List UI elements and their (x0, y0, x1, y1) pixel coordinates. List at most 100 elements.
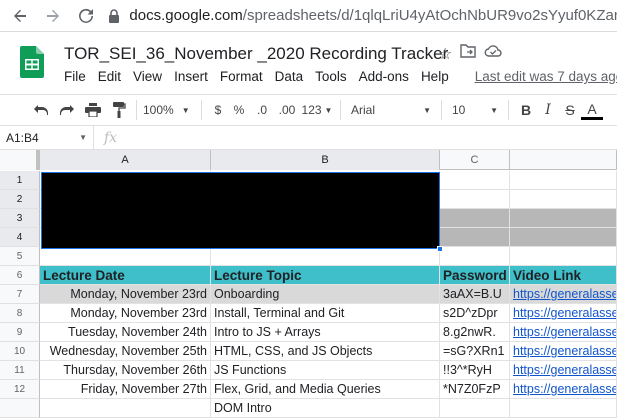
selection-fill-handle[interactable] (437, 246, 443, 252)
topic-cell[interactable]: Flex, Grid, and Media Queries (211, 380, 440, 399)
paint-format-icon[interactable] (108, 98, 130, 122)
menu-tools[interactable]: Tools (309, 69, 353, 84)
video-link[interactable]: https://generalassem (513, 325, 616, 339)
row-header[interactable]: 2 (0, 190, 40, 209)
row-header[interactable]: 11 (0, 361, 40, 380)
menu-view[interactable]: View (127, 69, 168, 84)
date-cell[interactable] (40, 399, 211, 418)
date-cell[interactable]: Friday, November 27th (40, 380, 211, 399)
cloud-status-icon[interactable] (484, 44, 502, 64)
video-link-cell[interactable]: https://generalassem (510, 361, 617, 380)
date-cell[interactable]: Monday, November 23rd (40, 285, 211, 304)
cell[interactable] (440, 190, 510, 209)
password-cell[interactable]: !!3^*RyH (440, 361, 510, 380)
topic-cell[interactable]: JS Functions (211, 361, 440, 380)
header-cell-lecture-topic[interactable]: Lecture Topic (211, 266, 440, 285)
italic-button[interactable]: I (537, 98, 559, 122)
topic-cell[interactable]: Intro to JS + Arrays (211, 323, 440, 342)
password-cell[interactable] (440, 399, 510, 418)
video-link[interactable]: https://generalassem (513, 363, 616, 377)
document-title[interactable]: TOR_SEI_36_November _2020 Recording Trac… (64, 44, 448, 64)
header-cell-password[interactable]: Password (440, 266, 510, 285)
star-icon[interactable]: ☆ (438, 44, 452, 64)
row-header[interactable]: 6 (0, 266, 40, 285)
name-box[interactable]: A1:B4 ▼ (0, 125, 94, 150)
reload-icon[interactable] (76, 5, 97, 27)
menu-edit[interactable]: Edit (92, 69, 127, 84)
currency-format-button[interactable]: $ (208, 98, 228, 122)
forward-arrow-icon[interactable] (43, 5, 64, 27)
password-cell[interactable]: 3aAX=B.U (440, 285, 510, 304)
undo-icon[interactable] (30, 98, 52, 122)
cell[interactable] (440, 209, 510, 228)
row-header[interactable] (0, 399, 40, 418)
redacted-selection-range[interactable] (41, 172, 440, 249)
menu-addons[interactable]: Add-ons (353, 69, 415, 84)
video-link-cell[interactable]: https://generalassem (510, 342, 617, 361)
header-cell-lecture-date[interactable]: Lecture Date (40, 266, 211, 285)
print-icon[interactable] (82, 98, 104, 122)
video-link-cell[interactable]: https://generalassem (510, 304, 617, 323)
password-cell[interactable]: =sG?XRn1 (440, 342, 510, 361)
last-edit-link[interactable]: Last edit was 7 days ago (469, 69, 617, 84)
move-to-folder-icon[interactable] (460, 44, 477, 64)
date-cell[interactable]: Thursday, November 26th (40, 361, 211, 380)
topic-cell[interactable]: HTML, CSS, and JS Objects (211, 342, 440, 361)
cell[interactable] (510, 228, 617, 247)
date-cell[interactable]: Tuesday, November 24th (40, 323, 211, 342)
column-header-d[interactable] (510, 150, 617, 170)
back-arrow-icon[interactable] (10, 5, 31, 27)
address-bar[interactable]: docs.google.com/spreadsheets/d/1qlqLriU4… (108, 7, 617, 24)
row-header[interactable]: 1 (0, 171, 40, 190)
column-header-b[interactable]: B (211, 150, 440, 170)
row-header[interactable]: 12 (0, 380, 40, 399)
font-select[interactable]: Arial ▼ (347, 98, 435, 122)
menu-data[interactable]: Data (269, 69, 310, 84)
video-link[interactable]: https://generalassem (513, 382, 616, 396)
increase-decimal-button[interactable]: .00 (274, 98, 300, 122)
topic-cell[interactable]: Onboarding (211, 285, 440, 304)
column-header-a[interactable]: A (40, 150, 211, 170)
menu-file[interactable]: File (58, 69, 92, 84)
cell[interactable] (40, 247, 211, 266)
text-color-button[interactable]: A (581, 100, 603, 120)
cell[interactable] (440, 247, 510, 266)
row-header[interactable]: 8 (0, 304, 40, 323)
cell[interactable] (510, 247, 617, 266)
cell[interactable] (510, 171, 617, 190)
topic-cell[interactable]: DOM Intro (211, 399, 440, 418)
date-cell[interactable]: Wednesday, November 25th (40, 342, 211, 361)
sheets-logo-icon[interactable] (20, 46, 44, 78)
zoom-select[interactable]: 100% ▼ (143, 98, 195, 122)
header-cell-video-link[interactable]: Video Link (510, 266, 617, 285)
cell[interactable] (211, 247, 440, 266)
video-link-cell[interactable] (510, 399, 617, 418)
row-header[interactable]: 7 (0, 285, 40, 304)
row-header[interactable]: 10 (0, 342, 40, 361)
bold-button[interactable]: B (515, 98, 537, 122)
column-header-c[interactable]: C (440, 150, 510, 170)
video-link-cell[interactable]: https://generalassem (510, 285, 617, 304)
decrease-decimal-button[interactable]: .0 (250, 98, 274, 122)
menu-format[interactable]: Format (214, 69, 269, 84)
font-size-select[interactable]: 10 ▼ (448, 98, 502, 122)
cell[interactable] (510, 209, 617, 228)
more-formats-button[interactable]: 123 ▼ (300, 98, 334, 122)
row-header[interactable]: 9 (0, 323, 40, 342)
password-cell[interactable]: *N7Z0FzP (440, 380, 510, 399)
cell[interactable] (440, 171, 510, 190)
video-link[interactable]: https://generalassem (513, 287, 616, 301)
video-link-cell[interactable]: https://generalassem (510, 323, 617, 342)
menu-help[interactable]: Help (415, 69, 455, 84)
password-cell[interactable]: s2D^zDpr (440, 304, 510, 323)
video-link[interactable]: https://generalassem (513, 344, 616, 358)
cell[interactable] (510, 190, 617, 209)
video-link[interactable]: https://generalassem (513, 306, 616, 320)
cell[interactable] (440, 228, 510, 247)
video-link-cell[interactable]: https://generalassem (510, 380, 617, 399)
select-all-corner[interactable] (0, 150, 40, 170)
menu-insert[interactable]: Insert (168, 69, 214, 84)
password-cell[interactable]: 8.g2nwR. (440, 323, 510, 342)
topic-cell[interactable]: Install, Terminal and Git (211, 304, 440, 323)
strikethrough-button[interactable]: S (559, 98, 581, 122)
